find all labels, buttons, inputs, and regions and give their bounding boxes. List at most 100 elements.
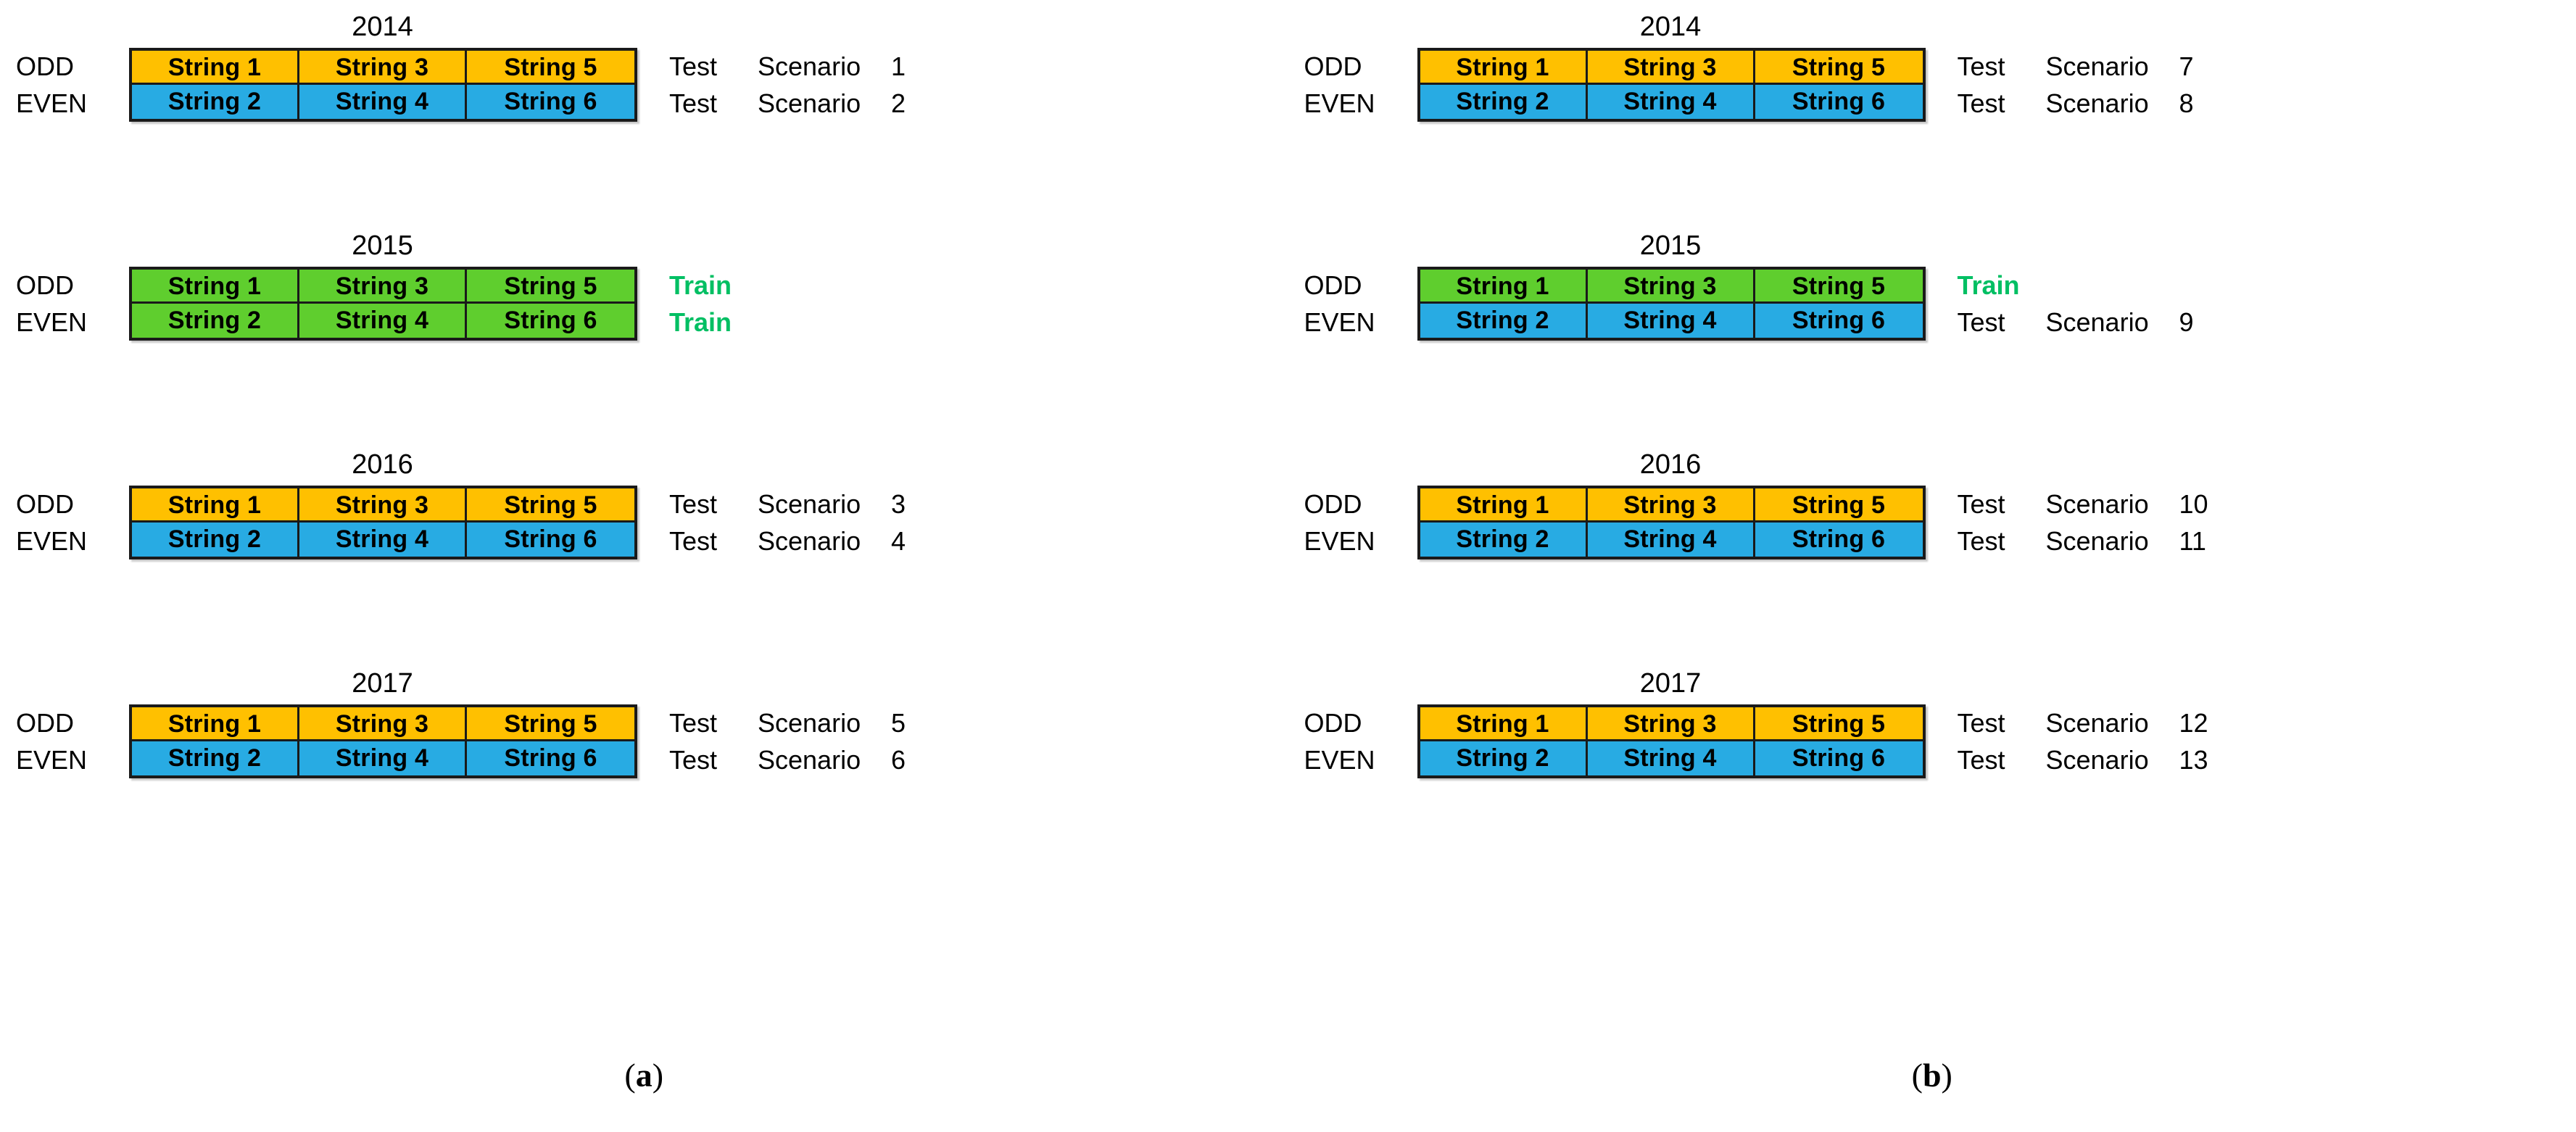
scenario-number: 3 <box>891 489 906 519</box>
string-cell[interactable]: String 6 <box>467 304 634 338</box>
caption-letter: b <box>1922 1057 1942 1094</box>
parity-label-even: EVEN <box>16 307 88 337</box>
annotation-column: Test Scenario 3 Test Scenario 4 <box>637 486 906 559</box>
string-grid: String 1 String 3 String 5 String 2 String 4… <box>1417 704 1926 778</box>
string-cell[interactable]: String 2 <box>1420 304 1588 338</box>
string-cell[interactable]: String 5 <box>1755 270 1923 304</box>
parity-labels: ODD EVEN <box>0 486 129 559</box>
string-cell[interactable]: String 4 <box>1587 85 1755 119</box>
string-grid: String 1 String 3 String 5 String 2 String 4… <box>129 704 637 778</box>
annotation-column: Train Test Scenario 9 <box>1926 267 2194 341</box>
string-cell[interactable]: String 4 <box>1587 741 1755 775</box>
scenario-label: Scenario <box>2045 708 2149 738</box>
annotation-column: Train Train <box>637 267 891 341</box>
string-cell[interactable]: String 4 <box>1587 523 1755 557</box>
test-label: Test <box>1957 489 2005 519</box>
grid-row: String 2 String 4 String 6 <box>1420 741 1923 775</box>
scenario-label: Scenario <box>758 51 861 81</box>
string-cell[interactable]: String 3 <box>1587 488 1755 523</box>
string-cell[interactable]: String 3 <box>1587 707 1755 741</box>
string-cell[interactable]: String 1 <box>132 270 299 304</box>
scenario-label: Scenario <box>2045 526 2149 556</box>
scenario-number: 7 <box>2179 51 2194 81</box>
string-cell[interactable]: String 2 <box>1420 523 1588 557</box>
scenario-number: 8 <box>2179 88 2194 118</box>
string-cell[interactable]: String 2 <box>132 523 299 557</box>
parity-label-odd: ODD <box>16 51 74 81</box>
string-cell[interactable]: String 3 <box>299 51 467 85</box>
year-label: 2014 <box>352 12 413 42</box>
string-cell[interactable]: String 6 <box>1755 304 1923 338</box>
string-cell[interactable]: String 1 <box>1420 270 1588 304</box>
scenario-number: 5 <box>891 708 906 738</box>
string-cell[interactable]: String 6 <box>467 523 634 557</box>
string-cell[interactable]: String 5 <box>1755 707 1923 741</box>
string-cell[interactable]: String 2 <box>132 741 299 775</box>
test-label: Test <box>1957 708 2005 738</box>
test-label: Test <box>1957 526 2005 556</box>
caption-close-paren: ) <box>652 1057 664 1094</box>
grid-row: String 1 String 3 String 5 <box>1420 707 1923 741</box>
string-cell[interactable]: String 4 <box>299 304 467 338</box>
string-cell[interactable]: String 6 <box>1755 523 1923 557</box>
string-cell[interactable]: String 3 <box>1587 51 1755 85</box>
annotation-row: Test Scenario 7 <box>1958 48 2194 85</box>
annotation-row: Train <box>669 304 891 341</box>
string-cell[interactable]: String 5 <box>1755 488 1923 523</box>
string-cell[interactable]: String 1 <box>132 488 299 523</box>
annotation-row: Test Scenario 12 <box>1958 704 2208 741</box>
grid-row: String 1 String 3 String 5 <box>1420 488 1923 523</box>
string-cell[interactable]: String 6 <box>1755 741 1923 775</box>
parity-label-even: EVEN <box>16 88 88 118</box>
string-cell[interactable]: String 2 <box>132 304 299 338</box>
grid-row: String 2 String 4 String 6 <box>1420 304 1923 338</box>
string-cell[interactable]: String 4 <box>299 523 467 557</box>
string-cell[interactable]: String 6 <box>467 85 634 119</box>
string-cell[interactable]: String 1 <box>1420 488 1588 523</box>
string-cell[interactable]: String 5 <box>467 51 634 85</box>
test-label: Test <box>669 526 718 556</box>
grid-row: String 1 String 3 String 5 <box>132 707 634 741</box>
string-cell[interactable]: String 3 <box>299 270 467 304</box>
string-cell[interactable]: String 5 <box>1755 51 1923 85</box>
string-cell[interactable]: String 5 <box>467 707 634 741</box>
string-cell[interactable]: String 3 <box>1587 270 1755 304</box>
string-cell[interactable]: String 4 <box>1587 304 1755 338</box>
grid-row: String 1 String 3 String 5 <box>132 488 634 523</box>
year-block-body: ODD EVEN String 1 String 3 String 5 String 2S… <box>1288 267 2194 341</box>
string-cell[interactable]: String 2 <box>132 85 299 119</box>
string-cell[interactable]: String 5 <box>467 270 634 304</box>
parity-labels: ODD EVEN <box>1288 267 1417 341</box>
grid-row: String 2 String 4 String 6 <box>1420 85 1923 119</box>
string-cell[interactable]: String 2 <box>1420 85 1588 119</box>
string-cell[interactable]: String 3 <box>299 707 467 741</box>
string-cell[interactable]: String 1 <box>132 707 299 741</box>
annotation-row: Test Scenario 6 <box>669 741 906 778</box>
annotation-row: Test Scenario 3 <box>669 486 906 523</box>
scenario-number: 9 <box>2179 307 2194 337</box>
scenario-number: 1 <box>891 51 906 81</box>
parity-label-odd: ODD <box>1304 489 1362 519</box>
string-cell[interactable]: String 5 <box>467 488 634 523</box>
string-cell[interactable]: String 4 <box>299 741 467 775</box>
annotation-column: Test Scenario 7 Test Scenario 8 <box>1926 48 2194 122</box>
parity-label-odd: ODD <box>16 270 74 300</box>
year-label: 2016 <box>352 449 413 480</box>
scenario-label: Scenario <box>2045 489 2149 519</box>
annotation-row: Test Scenario 13 <box>1958 741 2208 778</box>
string-cell[interactable]: String 2 <box>1420 741 1588 775</box>
test-label: Test <box>669 489 718 519</box>
year-label: 2017 <box>1639 668 1702 699</box>
string-cell[interactable]: String 6 <box>1755 85 1923 119</box>
string-cell[interactable]: String 3 <box>299 488 467 523</box>
string-cell[interactable]: String 1 <box>1420 707 1588 741</box>
test-label: Test <box>1957 745 2005 775</box>
test-label: Test <box>669 708 718 738</box>
scenario-label: Scenario <box>2045 745 2149 775</box>
string-cell[interactable]: String 4 <box>299 85 467 119</box>
string-cell[interactable]: String 1 <box>1420 51 1588 85</box>
grid-row: String 1 String 3 String 5 <box>1420 51 1923 85</box>
string-cell[interactable]: String 1 <box>132 51 299 85</box>
annotation-column: Test Scenario 5 Test Scenario 6 <box>637 704 906 778</box>
string-cell[interactable]: String 6 <box>467 741 634 775</box>
